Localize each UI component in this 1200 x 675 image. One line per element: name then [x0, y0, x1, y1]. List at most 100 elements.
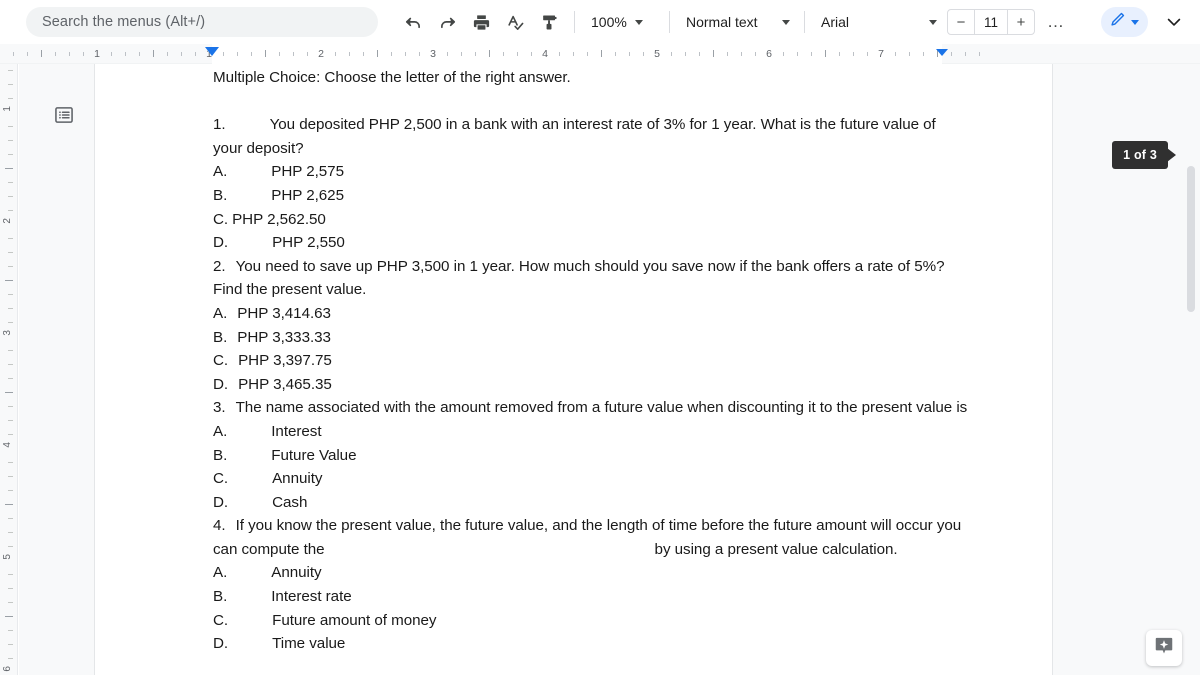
- question-text: You need to save up PHP 3,500 in 1 year.…: [213, 257, 945, 299]
- ruler-tick: [629, 52, 630, 56]
- choice-paragraph: C. Annuity: [213, 467, 969, 491]
- choice-text: PHP 3,414.63: [237, 304, 331, 322]
- ruler-tick: [839, 52, 840, 56]
- ruler-tick: [293, 52, 294, 56]
- ruler-tick: [195, 52, 196, 56]
- ruler-number: 2: [318, 48, 324, 60]
- spellcheck-icon[interactable]: [500, 7, 530, 37]
- choice-text: Future amount of money: [272, 611, 437, 629]
- ruler-tick: [965, 52, 966, 56]
- right-indent-marker[interactable]: [936, 49, 948, 56]
- question-number: 3.: [213, 399, 226, 417]
- ruler-tick: [741, 52, 742, 56]
- ruler-tick: [867, 52, 868, 56]
- ruler-tick: [153, 50, 154, 57]
- ruler-tick: [279, 52, 280, 56]
- choice-paragraph: D. PHP 3,465.35: [213, 373, 969, 397]
- toolbar-right-group: [1101, 7, 1190, 37]
- ruler-tick: [755, 52, 756, 56]
- ruler-tick: [83, 52, 84, 56]
- choice-letter: A.: [213, 422, 228, 440]
- more-options-button[interactable]: …: [1041, 7, 1071, 37]
- ruler-number: 1: [2, 106, 13, 112]
- vertical-scrollbar[interactable]: [1185, 128, 1197, 675]
- ruler-tick: [671, 52, 672, 56]
- paint-format-icon[interactable]: [534, 7, 564, 37]
- ruler-tick: [8, 126, 13, 127]
- question-text-after-blank: by using a present value calculation.: [654, 540, 898, 558]
- ruler-tick: [8, 644, 13, 645]
- choice-text: Time value: [272, 635, 346, 653]
- choice-letter: D.: [213, 375, 229, 393]
- toolbar: Search the menus (Alt+/) 100% Normal tex…: [0, 0, 1200, 44]
- ruler-tick: [27, 52, 28, 56]
- ruler-tick: [8, 210, 13, 211]
- ruler-tick: [8, 406, 13, 407]
- font-size-input[interactable]: 11: [974, 10, 1008, 34]
- ruler-tick: [8, 630, 13, 631]
- ruler-tick: [8, 84, 13, 85]
- explore-button[interactable]: [1146, 630, 1182, 666]
- choice-text: PHP 3,465.35: [238, 375, 332, 393]
- toolbar-divider: [804, 11, 805, 33]
- print-icon[interactable]: [466, 7, 496, 37]
- chevron-down-icon: [782, 19, 790, 25]
- choice-paragraph: D. Time value: [213, 632, 969, 656]
- ruler-tick: [139, 52, 140, 56]
- document-outline-icon[interactable]: [49, 100, 79, 130]
- increase-font-size-button[interactable]: +: [1008, 10, 1034, 34]
- ruler-tick: [223, 52, 224, 56]
- undo-icon[interactable]: [398, 7, 428, 37]
- font-size-stepper[interactable]: − 11 +: [947, 9, 1035, 35]
- ruler-tick: [461, 52, 462, 56]
- choice-paragraph: A. Annuity: [213, 561, 969, 585]
- ruler-tick: [8, 462, 13, 463]
- choice-text: PHP 2,625: [271, 186, 344, 204]
- ruler-tick: [8, 196, 13, 197]
- choice-letter: B.: [213, 588, 228, 606]
- ruler-tick: [125, 52, 126, 56]
- choice-text: Cash: [272, 493, 308, 511]
- ruler-tick: [531, 52, 532, 56]
- document-body[interactable]: Multiple Choice: Choose the letter of th…: [213, 66, 969, 656]
- ruler-tick: [643, 52, 644, 56]
- decrease-font-size-button[interactable]: −: [948, 10, 974, 34]
- chevron-down-icon: [1131, 19, 1139, 25]
- ruler-tick: [8, 294, 13, 295]
- ruler-tick: [8, 252, 13, 253]
- ruler-tick: [5, 168, 13, 169]
- font-family-dropdown[interactable]: Arial: [813, 7, 943, 37]
- search-input[interactable]: Search the menus (Alt+/): [26, 7, 378, 37]
- choice-text: Annuity: [271, 564, 322, 582]
- choice-letter: B.: [213, 328, 228, 346]
- redo-icon[interactable]: [432, 7, 462, 37]
- ruler-tick: [587, 52, 588, 56]
- question-number: 1.: [213, 116, 226, 134]
- ruler-tick: [8, 308, 13, 309]
- vertical-ruler[interactable]: 1 2 3 4 5 6: [0, 64, 18, 675]
- choice-text: Interest rate: [271, 588, 352, 606]
- ruler-tick: [265, 50, 266, 57]
- ruler-tick: [8, 546, 13, 547]
- page-indicator-text: 1 of 3: [1123, 148, 1157, 162]
- choice-paragraph: B. PHP 3,333.33: [213, 326, 969, 350]
- ruler-tick: [825, 50, 826, 57]
- ruler-tick: [475, 52, 476, 56]
- ruler-tick: [853, 52, 854, 56]
- horizontal-ruler[interactable]: 11234567: [0, 44, 1200, 64]
- zoom-dropdown[interactable]: 100%: [583, 7, 661, 37]
- ruler-number: 3: [430, 48, 436, 60]
- vertical-scrollbar-thumb[interactable]: [1187, 166, 1195, 312]
- document-page[interactable]: Multiple Choice: Choose the letter of th…: [94, 64, 1053, 675]
- left-indent-marker[interactable]: [205, 47, 219, 56]
- ruler-tick: [8, 420, 13, 421]
- collapse-toolbar-button[interactable]: [1162, 10, 1186, 34]
- ruler-tick: [447, 52, 448, 56]
- choice-paragraph: A. PHP 2,575: [213, 160, 969, 184]
- chevron-down-icon: [634, 19, 643, 25]
- ruler-tick: [391, 52, 392, 56]
- editing-mode-button[interactable]: [1101, 7, 1148, 37]
- ruler-tick: [69, 52, 70, 56]
- paragraph-style-dropdown[interactable]: Normal text: [678, 7, 796, 37]
- ruler-tick: [55, 52, 56, 56]
